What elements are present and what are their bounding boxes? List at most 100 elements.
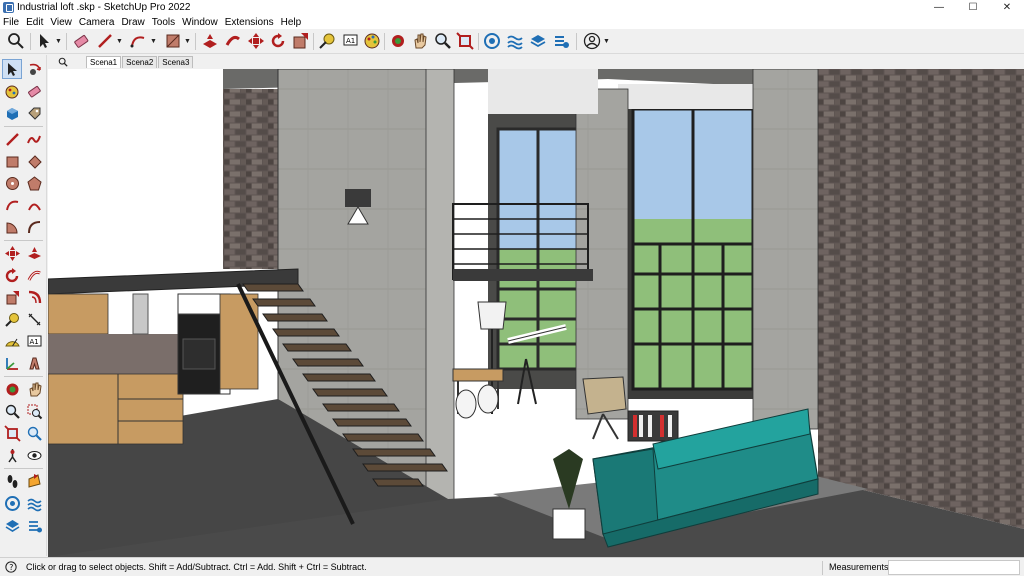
status-info-icon[interactable]: ? bbox=[4, 560, 18, 574]
orbit-icon[interactable] bbox=[388, 31, 408, 51]
arc-icon[interactable] bbox=[2, 195, 22, 215]
position-camera-icon[interactable] bbox=[2, 445, 22, 465]
menu-camera[interactable]: Camera bbox=[79, 17, 115, 28]
select-icon[interactable] bbox=[2, 59, 22, 79]
tag-icon[interactable] bbox=[24, 103, 44, 123]
line-icon[interactable] bbox=[2, 129, 22, 149]
minimize-button[interactable]: — bbox=[922, 0, 956, 15]
menu-help[interactable]: Help bbox=[281, 17, 302, 28]
scale-icon[interactable] bbox=[2, 287, 22, 307]
zoom-window-icon[interactable] bbox=[24, 401, 44, 421]
toolbar-separator bbox=[4, 376, 43, 377]
menu-edit[interactable]: Edit bbox=[26, 17, 43, 28]
search-icon[interactable] bbox=[6, 31, 26, 51]
layout-icon[interactable] bbox=[2, 515, 22, 535]
sketchup-logo-icon bbox=[3, 2, 14, 13]
protractor-icon[interactable] bbox=[2, 331, 22, 351]
rotate-icon[interactable] bbox=[268, 31, 288, 51]
status-bar: ? Click or drag to select objects. Shift… bbox=[0, 557, 1024, 576]
3d-text-icon[interactable] bbox=[24, 353, 44, 373]
pie-icon[interactable] bbox=[2, 217, 22, 237]
arc-dropdown-arrow[interactable]: ▼ bbox=[150, 31, 157, 51]
push-pull-icon[interactable] bbox=[200, 31, 220, 51]
text-icon[interactable]: A1 bbox=[340, 31, 360, 51]
polygon-icon[interactable] bbox=[24, 173, 44, 193]
previous-view-icon[interactable] bbox=[24, 423, 44, 443]
offset-icon[interactable] bbox=[291, 31, 311, 51]
scene-search-icon[interactable] bbox=[56, 56, 70, 68]
rectangle-icon[interactable] bbox=[2, 151, 22, 171]
scene-tabs: Scena1 Scena2 Scena3 bbox=[48, 54, 1024, 68]
extension-icon[interactable] bbox=[551, 31, 571, 51]
section-plane-icon[interactable] bbox=[24, 471, 44, 491]
line-dropdown-arrow[interactable]: ▼ bbox=[116, 31, 123, 51]
svg-text:?: ? bbox=[9, 563, 13, 572]
menu-bar: File Edit View Camera Draw Tools Window … bbox=[0, 15, 1024, 29]
three-point-arc-icon[interactable] bbox=[24, 217, 44, 237]
shape-dropdown-arrow[interactable]: ▼ bbox=[184, 31, 191, 51]
circle-icon[interactable] bbox=[2, 173, 22, 193]
model-viewport[interactable] bbox=[48, 69, 1024, 557]
sandbox-icon[interactable] bbox=[505, 31, 525, 51]
scene-tab-3[interactable]: Scena3 bbox=[158, 56, 194, 68]
zoom-icon[interactable] bbox=[2, 401, 22, 421]
measurements-input[interactable] bbox=[888, 560, 1020, 575]
ruby-icon[interactable] bbox=[24, 515, 44, 535]
orbit-select-icon[interactable] bbox=[24, 59, 44, 79]
pan-icon[interactable] bbox=[24, 379, 44, 399]
layers-icon[interactable] bbox=[528, 31, 548, 51]
menu-tools[interactable]: Tools bbox=[152, 17, 175, 28]
main-toolbar: ▼ ▼ ▼ ▼ A1 ▼ bbox=[0, 29, 1024, 54]
warehouse-icon[interactable] bbox=[2, 493, 22, 513]
account-dropdown-arrow[interactable]: ▼ bbox=[603, 31, 610, 51]
eraser-icon[interactable] bbox=[71, 31, 91, 51]
menu-extensions[interactable]: Extensions bbox=[225, 17, 274, 28]
zoom-icon[interactable] bbox=[433, 31, 453, 51]
zoom-extents-icon[interactable] bbox=[455, 31, 475, 51]
rotate-icon[interactable] bbox=[2, 265, 22, 285]
axes-icon[interactable] bbox=[2, 353, 22, 373]
dimension-icon[interactable] bbox=[24, 309, 44, 329]
move-icon[interactable] bbox=[246, 31, 266, 51]
scene-tab-1[interactable]: Scena1 bbox=[86, 56, 122, 68]
zoom-extents-icon[interactable] bbox=[2, 423, 22, 443]
follow-me-icon[interactable] bbox=[223, 31, 243, 51]
menu-view[interactable]: View bbox=[50, 17, 72, 28]
hand-pan-icon[interactable] bbox=[410, 31, 430, 51]
tape-measure-icon[interactable] bbox=[2, 309, 22, 329]
rotated-rectangle-icon[interactable] bbox=[24, 151, 44, 171]
select-dropdown-arrow[interactable]: ▼ bbox=[55, 31, 62, 51]
orbit-icon[interactable] bbox=[2, 379, 22, 399]
menu-file[interactable]: File bbox=[3, 17, 19, 28]
text-icon[interactable]: A1 bbox=[24, 331, 44, 351]
maximize-button[interactable]: ☐ bbox=[956, 0, 990, 15]
warehouse-icon[interactable] bbox=[482, 31, 502, 51]
offset-icon[interactable] bbox=[24, 287, 44, 307]
pencil-line-icon[interactable] bbox=[95, 31, 115, 51]
status-hint: Click or drag to select objects. Shift =… bbox=[26, 562, 367, 572]
freehand-icon[interactable] bbox=[24, 129, 44, 149]
component-icon[interactable] bbox=[2, 103, 22, 123]
two-point-arc-icon[interactable] bbox=[24, 195, 44, 215]
select-arrow-icon[interactable] bbox=[34, 31, 54, 51]
arc-icon[interactable] bbox=[128, 31, 148, 51]
paint-icon[interactable] bbox=[362, 31, 382, 51]
paint-bucket-icon[interactable] bbox=[163, 31, 183, 51]
look-around-icon[interactable] bbox=[24, 445, 44, 465]
extension-warehouse-icon[interactable] bbox=[24, 493, 44, 513]
walk-icon[interactable] bbox=[2, 471, 22, 491]
menu-window[interactable]: Window bbox=[182, 17, 218, 28]
move-icon[interactable] bbox=[2, 243, 22, 263]
title-bar: Industrial loft .skp - SketchUp Pro 2022… bbox=[0, 0, 1024, 15]
eraser-icon[interactable] bbox=[24, 81, 44, 101]
scene-tab-2[interactable]: Scena2 bbox=[122, 56, 158, 68]
close-button[interactable]: ✕ bbox=[990, 0, 1024, 15]
follow-me-icon[interactable] bbox=[24, 265, 44, 285]
window-title: Industrial loft .skp - SketchUp Pro 2022 bbox=[17, 2, 191, 13]
user-account-icon[interactable] bbox=[582, 31, 602, 51]
menu-draw[interactable]: Draw bbox=[121, 17, 144, 28]
tape-measure-icon[interactable] bbox=[317, 31, 337, 51]
svg-text:A1: A1 bbox=[29, 338, 38, 346]
push-pull-icon[interactable] bbox=[24, 243, 44, 263]
paint-bucket-icon[interactable] bbox=[2, 81, 22, 101]
